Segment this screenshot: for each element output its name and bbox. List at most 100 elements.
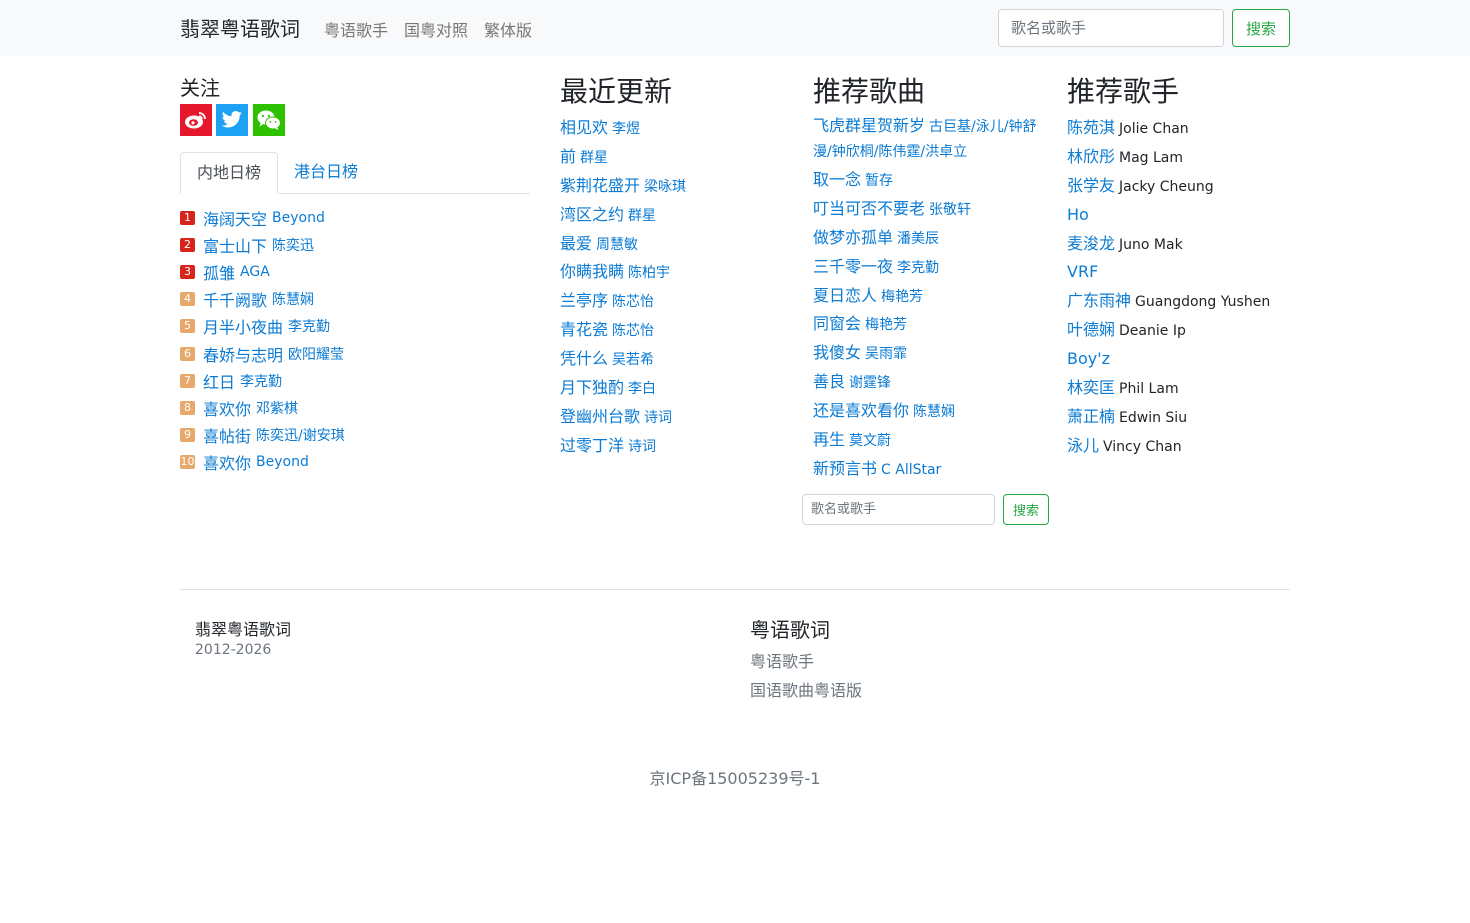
artist-link[interactable]: 陈柏宇 — [628, 265, 670, 281]
artist-link[interactable]: 李白 — [628, 381, 656, 397]
artist-link[interactable]: 陈奕迅/谢安琪 — [256, 425, 345, 445]
song-link[interactable]: 夏日恋人 — [813, 286, 877, 305]
song-link[interactable]: 红日 — [203, 369, 235, 393]
artist-link[interactable]: 潘美辰 — [897, 231, 939, 247]
song-link[interactable]: 喜欢你 — [203, 450, 251, 474]
secondary-search-input[interactable] — [802, 494, 995, 525]
artist-link[interactable]: 张敬轩 — [929, 202, 971, 218]
artist-name-link[interactable]: VRF — [1067, 262, 1098, 281]
nav-link-traditional[interactable]: 繁体版 — [484, 17, 532, 41]
site-brand[interactable]: 翡翠粤语歌词 — [180, 13, 300, 42]
footer-link-cantonese-singers[interactable]: 粤语歌手 — [750, 648, 814, 672]
artist-link[interactable]: 李克勤 — [240, 371, 282, 391]
nav-link-mandarin-cantonese[interactable]: 国粤对照 — [404, 17, 468, 41]
song-link[interactable]: 前 — [560, 147, 576, 166]
artist-link[interactable]: 梁咏琪 — [644, 179, 686, 195]
song-link[interactable]: 还是喜欢看你 — [813, 401, 909, 420]
artist-link[interactable]: 李克勤 — [897, 260, 939, 276]
search-input[interactable] — [998, 9, 1224, 47]
song-link[interactable]: 同窗会 — [813, 314, 861, 333]
secondary-search-button[interactable]: 搜索 — [1003, 494, 1049, 525]
rank-list-item: 8 喜欢你 邓紫棋 — [180, 394, 530, 421]
artist-link[interactable]: 陈奕迅 — [272, 235, 314, 255]
song-link[interactable]: 喜帖街 — [203, 423, 251, 447]
artist-english-name: Edwin Siu — [1119, 409, 1188, 426]
artist-name-link[interactable]: Boy'z — [1067, 349, 1110, 368]
artist-link[interactable]: 群星 — [628, 208, 656, 224]
wechat-icon[interactable] — [253, 104, 285, 136]
artist-link[interactable]: 谢霆锋 — [849, 375, 891, 391]
tab-hk-tw-daily[interactable]: 港台日榜 — [278, 152, 374, 194]
artist-name-link[interactable]: 叶德娴 — [1067, 320, 1115, 339]
artist-link[interactable]: 吴雨霏 — [865, 346, 907, 362]
artist-link[interactable]: 李克勤 — [288, 316, 330, 336]
artist-name-link[interactable]: 广东雨神 — [1067, 291, 1131, 310]
artist-link[interactable]: Beyond — [256, 454, 309, 470]
song-link[interactable]: 千千阙歌 — [203, 287, 267, 311]
artist-name-link[interactable]: Ho — [1067, 205, 1089, 224]
song-link[interactable]: 喜欢你 — [203, 396, 251, 420]
artist-link[interactable]: 欧阳耀莹 — [288, 344, 344, 364]
artist-link[interactable]: C AllStar — [881, 462, 941, 478]
song-link[interactable]: 善良 — [813, 372, 845, 391]
song-link[interactable]: 月下独酌 — [560, 378, 624, 397]
song-link[interactable]: 叮当可否不要老 — [813, 199, 925, 218]
artist-link[interactable]: 陈慧娴 — [272, 289, 314, 309]
artist-name-link[interactable]: 陈苑淇 — [1067, 118, 1115, 137]
artist-link[interactable]: 陈慧娴 — [913, 404, 955, 420]
song-link[interactable]: 登幽州台歌 — [560, 407, 640, 426]
artist-link[interactable]: 陈芯怡 — [612, 294, 654, 310]
song-link[interactable]: 飞虎群星贺新岁 — [813, 116, 925, 135]
artist-link[interactable]: 梅艳芳 — [881, 289, 923, 305]
artist-link[interactable]: 诗词 — [644, 410, 672, 426]
artist-link[interactable]: 李煜 — [612, 121, 640, 137]
song-link[interactable]: 相见欢 — [560, 118, 608, 137]
song-link[interactable]: 最爱 — [560, 234, 592, 253]
artist-link[interactable]: 诗词 — [628, 439, 656, 455]
tab-mainland-daily[interactable]: 内地日榜 — [180, 152, 279, 194]
song-link[interactable]: 海阔天空 — [203, 206, 267, 230]
artist-name-link[interactable]: 萧正楠 — [1067, 407, 1115, 426]
twitter-icon[interactable] — [216, 104, 248, 136]
song-link[interactable]: 你瞒我瞒 — [560, 262, 624, 281]
song-link[interactable]: 兰亭序 — [560, 291, 608, 310]
artist-name-link[interactable]: 泳儿 — [1067, 436, 1099, 455]
artist-link[interactable]: 莫文蔚 — [849, 433, 891, 449]
artist-link[interactable]: AGA — [240, 264, 270, 280]
rank-list-item: 6 春娇与志明 欧阳耀莹 — [180, 340, 530, 367]
song-link[interactable]: 过零丁洋 — [560, 436, 624, 455]
song-link[interactable]: 再生 — [813, 430, 845, 449]
song-link[interactable]: 月半小夜曲 — [203, 314, 283, 338]
artist-name-link[interactable]: 麦浚龙 — [1067, 234, 1115, 253]
song-link[interactable]: 新预言书 — [813, 459, 877, 478]
song-link[interactable]: 做梦亦孤单 — [813, 228, 893, 247]
song-link[interactable]: 春娇与志明 — [203, 342, 283, 366]
nav-link-cantonese-singers[interactable]: 粤语歌手 — [324, 17, 388, 41]
artist-name-link[interactable]: 张学友 — [1067, 176, 1115, 195]
recommended-artist-item: Boy'z — [1067, 345, 1290, 374]
song-link[interactable]: 紫荆花盛开 — [560, 176, 640, 195]
artist-link[interactable]: 吴若希 — [612, 352, 654, 368]
song-link[interactable]: 取一念 — [813, 170, 861, 189]
icp-license[interactable]: 京ICP备15005239号-1 — [0, 765, 1470, 789]
search-button[interactable]: 搜索 — [1232, 9, 1290, 47]
song-link[interactable]: 凭什么 — [560, 349, 608, 368]
artist-name-link[interactable]: 林奕匡 — [1067, 378, 1115, 397]
left-column: 关注 内地日榜 港台日榜 1 海阔天空 Beyond 2 富士山下 陈奕迅 3 孤雏 A — [180, 72, 530, 473]
artist-name-link[interactable]: 林欣彤 — [1067, 147, 1115, 166]
artist-link[interactable]: 陈芯怡 — [612, 323, 654, 339]
song-link[interactable]: 孤雏 — [203, 260, 235, 284]
artist-link[interactable]: Beyond — [272, 210, 325, 226]
song-link[interactable]: 青花瓷 — [560, 320, 608, 339]
song-link[interactable]: 湾区之约 — [560, 205, 624, 224]
artist-link[interactable]: 周慧敏 — [596, 237, 638, 253]
artist-link[interactable]: 邓紫棋 — [256, 398, 298, 418]
weibo-icon[interactable] — [180, 104, 212, 136]
artist-link[interactable]: 梅艳芳 — [865, 317, 907, 333]
footer-link-mandarin-to-cantonese[interactable]: 国语歌曲粤语版 — [750, 677, 862, 701]
song-link[interactable]: 我傻女 — [813, 343, 861, 362]
song-link[interactable]: 三千零一夜 — [813, 257, 893, 276]
artist-link[interactable]: 暂存 — [865, 173, 893, 189]
song-link[interactable]: 富士山下 — [203, 233, 267, 257]
artist-link[interactable]: 群星 — [580, 150, 608, 166]
